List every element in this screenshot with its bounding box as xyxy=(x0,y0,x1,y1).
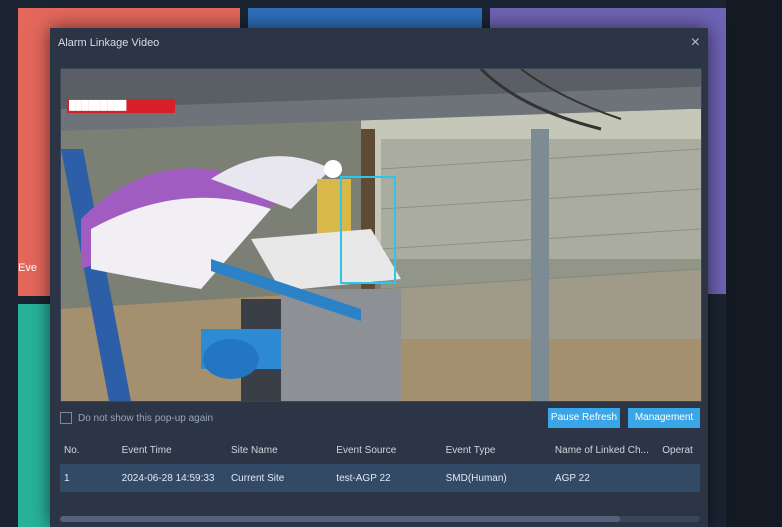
table-row[interactable]: 1 2024-06-28 14:59:33 Current Site test-… xyxy=(60,464,700,492)
horizontal-scrollbar[interactable] xyxy=(60,516,700,522)
col-header-linked-channel[interactable]: Name of Linked Ch... xyxy=(555,445,662,456)
video-overlay-text: █████████ xyxy=(69,100,127,110)
video-frame xyxy=(61,69,701,401)
background-panel xyxy=(726,0,782,527)
tile-label: Eve xyxy=(18,262,37,274)
col-header-site-name[interactable]: Site Name xyxy=(231,445,336,456)
close-icon[interactable]: × xyxy=(691,34,700,52)
scrollbar-thumb[interactable] xyxy=(60,516,620,522)
controls-bar: Do not show this pop-up again Pause Refr… xyxy=(60,408,700,430)
col-header-no[interactable]: No. xyxy=(60,445,122,456)
event-table: No. Event Time Site Name Event Source Ev… xyxy=(60,436,700,492)
checkbox-box[interactable] xyxy=(60,412,72,424)
col-header-operation[interactable]: Operat xyxy=(662,445,700,456)
management-button[interactable]: Management xyxy=(628,408,700,428)
cell-no: 1 xyxy=(64,472,70,484)
col-header-event-source[interactable]: Event Source xyxy=(336,445,445,456)
cell-event-source: test-AGP 22 xyxy=(336,472,391,484)
checkbox-label: Do not show this pop-up again xyxy=(78,412,214,424)
cell-site-name: Current Site xyxy=(230,472,285,484)
col-header-event-type[interactable]: Event Type xyxy=(446,445,555,456)
cell-linked-channel: AGP 22 xyxy=(554,472,590,484)
table-header: No. Event Time Site Name Event Source Ev… xyxy=(60,436,700,464)
cell-event-type: SMD(Human) xyxy=(445,472,507,484)
video-player[interactable]: █████████ xyxy=(60,68,702,402)
cell-event-time: 2024-06-28 14:59:33 xyxy=(121,472,215,484)
dialog-title: Alarm Linkage Video xyxy=(58,37,160,49)
alarm-linkage-dialog: Alarm Linkage Video × █████████ Do not s… xyxy=(50,28,708,527)
dialog-header: Alarm Linkage Video × xyxy=(50,28,708,60)
col-header-event-time[interactable]: Event Time xyxy=(122,445,231,456)
dont-show-again-checkbox[interactable]: Do not show this pop-up again xyxy=(60,412,213,424)
pause-refresh-button[interactable]: Pause Refresh xyxy=(548,408,620,428)
